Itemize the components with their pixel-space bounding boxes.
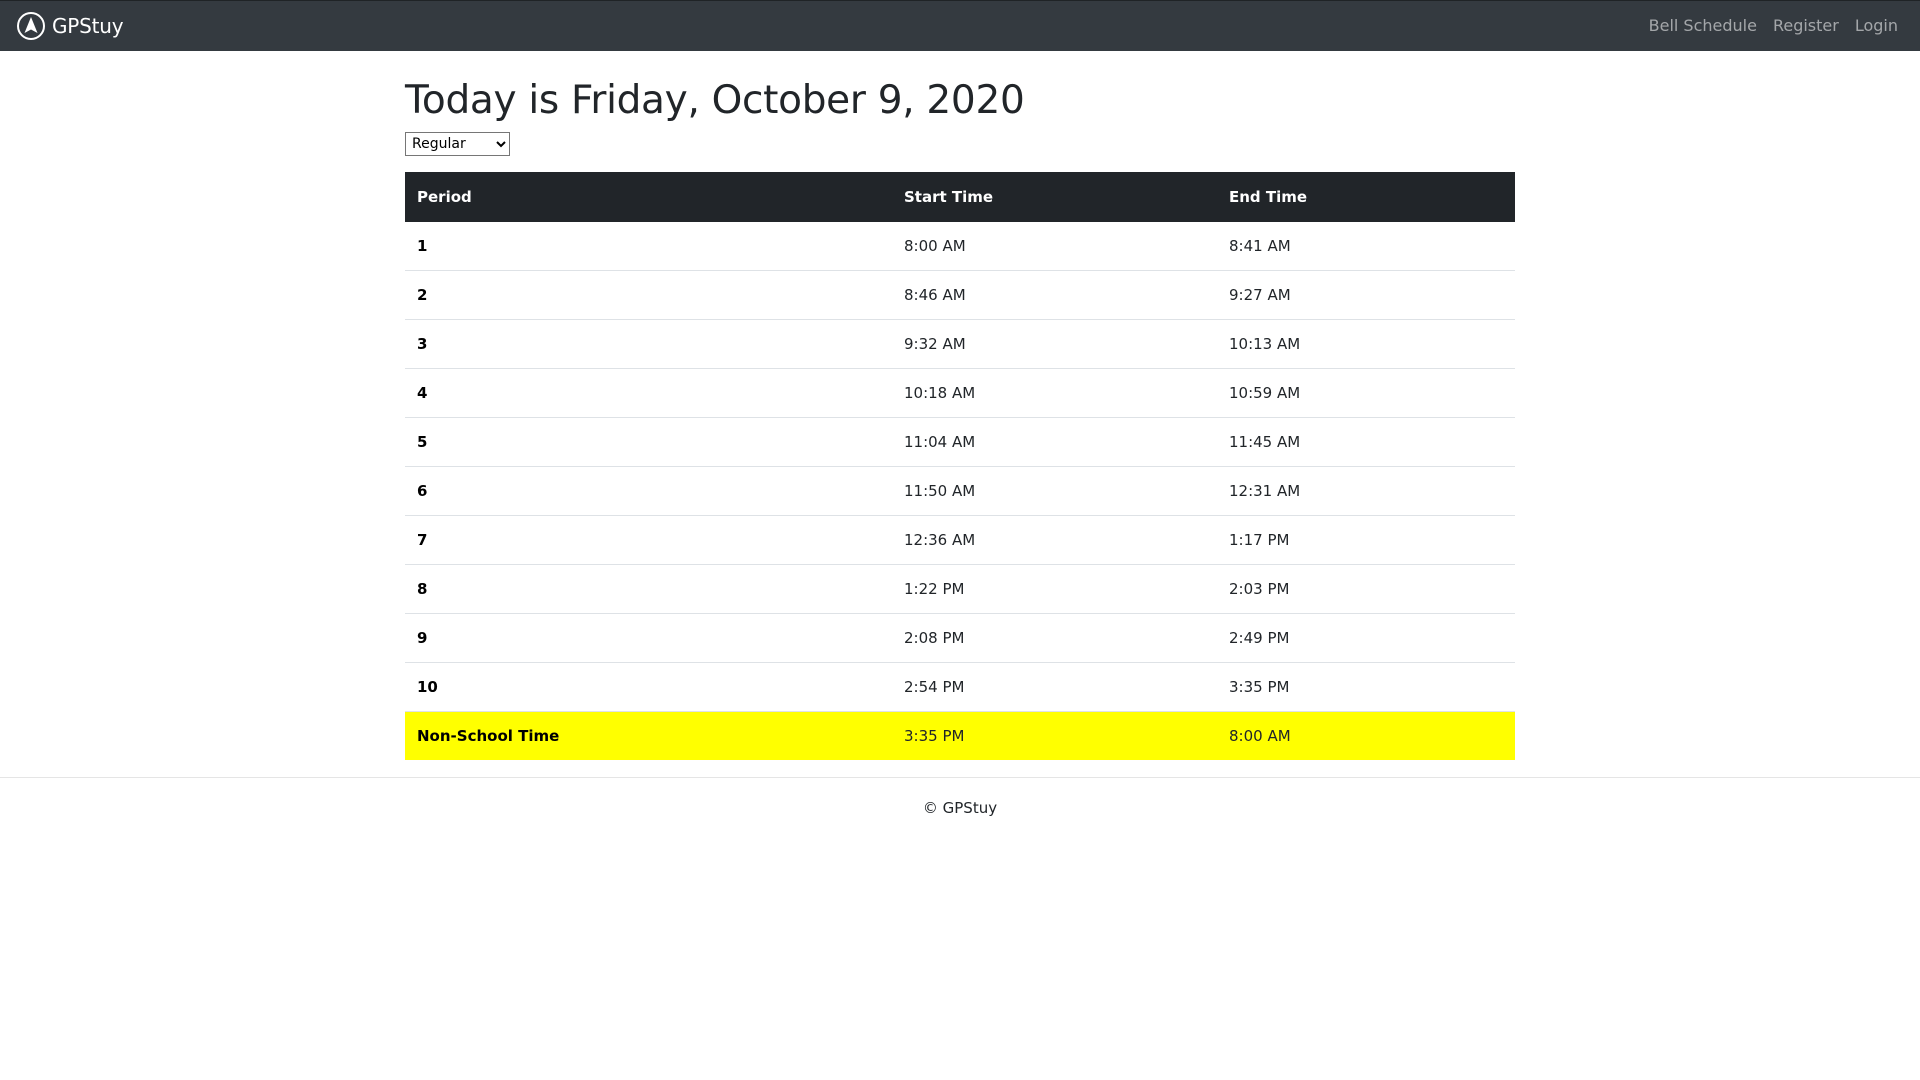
end-time-cell: 2:49 PM [1217,613,1515,663]
end-time-cell: 2:03 PM [1217,564,1515,614]
end-time-cell: 12:31 AM [1217,466,1515,516]
end-time-cell: 11:45 AM [1217,417,1515,467]
brand-name: GPStuy [52,13,124,38]
period-cell: 2 [405,270,892,320]
table-row: 4 10:18 AM 10:59 AM [405,368,1515,418]
page-footer: © GPStuy [0,777,1920,817]
table-row: 3 9:32 AM 10:13 AM [405,319,1515,369]
schedule-type-select[interactable]: Regular [405,132,510,156]
end-time-cell: 9:27 AM [1217,270,1515,320]
table-row: 2 8:46 AM 9:27 AM [405,270,1515,320]
end-time-cell: 1:17 PM [1217,515,1515,565]
start-time-cell: 11:04 AM [892,417,1217,467]
table-header-row: Period Start Time End Time [405,172,1515,222]
table-row: 8 1:22 PM 2:03 PM [405,564,1515,614]
nav-link-login[interactable]: Login [1855,16,1898,35]
nav-link-register[interactable]: Register [1773,16,1839,35]
nav-link-bell-schedule[interactable]: Bell Schedule [1649,16,1757,35]
start-time-cell: 2:54 PM [892,662,1217,712]
page-title: Today is Friday, October 9, 2020 [405,78,1025,123]
period-cell: 10 [405,662,892,712]
period-cell: 6 [405,466,892,516]
end-time-cell: 10:13 AM [1217,319,1515,369]
period-cell: 4 [405,368,892,418]
column-header-end-time: End Time [1217,172,1515,222]
table-row: 5 11:04 AM 11:45 AM [405,417,1515,467]
start-time-cell: 1:22 PM [892,564,1217,614]
end-time-cell: 8:00 AM [1217,711,1515,760]
period-cell: 1 [405,222,892,271]
column-header-period: Period [405,172,892,222]
end-time-cell: 3:35 PM [1217,662,1515,712]
period-cell: 8 [405,564,892,614]
top-navbar: GPStuy Bell Schedule Register Login [0,0,1920,51]
main-content: Today is Friday, October 9, 2020 Regular… [405,51,1515,760]
table-row-current-period: Non-School Time 3:35 PM 8:00 AM [405,711,1515,760]
start-time-cell: 3:35 PM [892,711,1217,760]
table-row: 10 2:54 PM 3:35 PM [405,662,1515,712]
period-cell: 5 [405,417,892,467]
start-time-cell: 8:46 AM [892,270,1217,320]
start-time-cell: 2:08 PM [892,613,1217,663]
period-cell: Non-School Time [405,711,892,760]
period-cell: 7 [405,515,892,565]
start-time-cell: 10:18 AM [892,368,1217,418]
table-row: 9 2:08 PM 2:49 PM [405,613,1515,663]
start-time-cell: 9:32 AM [892,319,1217,369]
table-row: 1 8:00 AM 8:41 AM [405,222,1515,271]
start-time-cell: 8:00 AM [892,222,1217,271]
start-time-cell: 12:36 AM [892,515,1217,565]
compass-arrow-icon [17,11,45,40]
table-row: 6 11:50 AM 12:31 AM [405,466,1515,516]
period-cell: 9 [405,613,892,663]
brand-link[interactable]: GPStuy [16,10,124,41]
table-row: 7 12:36 AM 1:17 PM [405,515,1515,565]
end-time-cell: 10:59 AM [1217,368,1515,418]
end-time-cell: 8:41 AM [1217,222,1515,271]
column-header-start-time: Start Time [892,172,1217,222]
footer-copyright: © GPStuy [922,799,998,817]
bell-schedule-table: Period Start Time End Time 1 8:00 AM 8:4… [405,172,1515,760]
period-cell: 3 [405,319,892,369]
nav-links: Bell Schedule Register Login [1633,1,1898,50]
start-time-cell: 11:50 AM [892,466,1217,516]
